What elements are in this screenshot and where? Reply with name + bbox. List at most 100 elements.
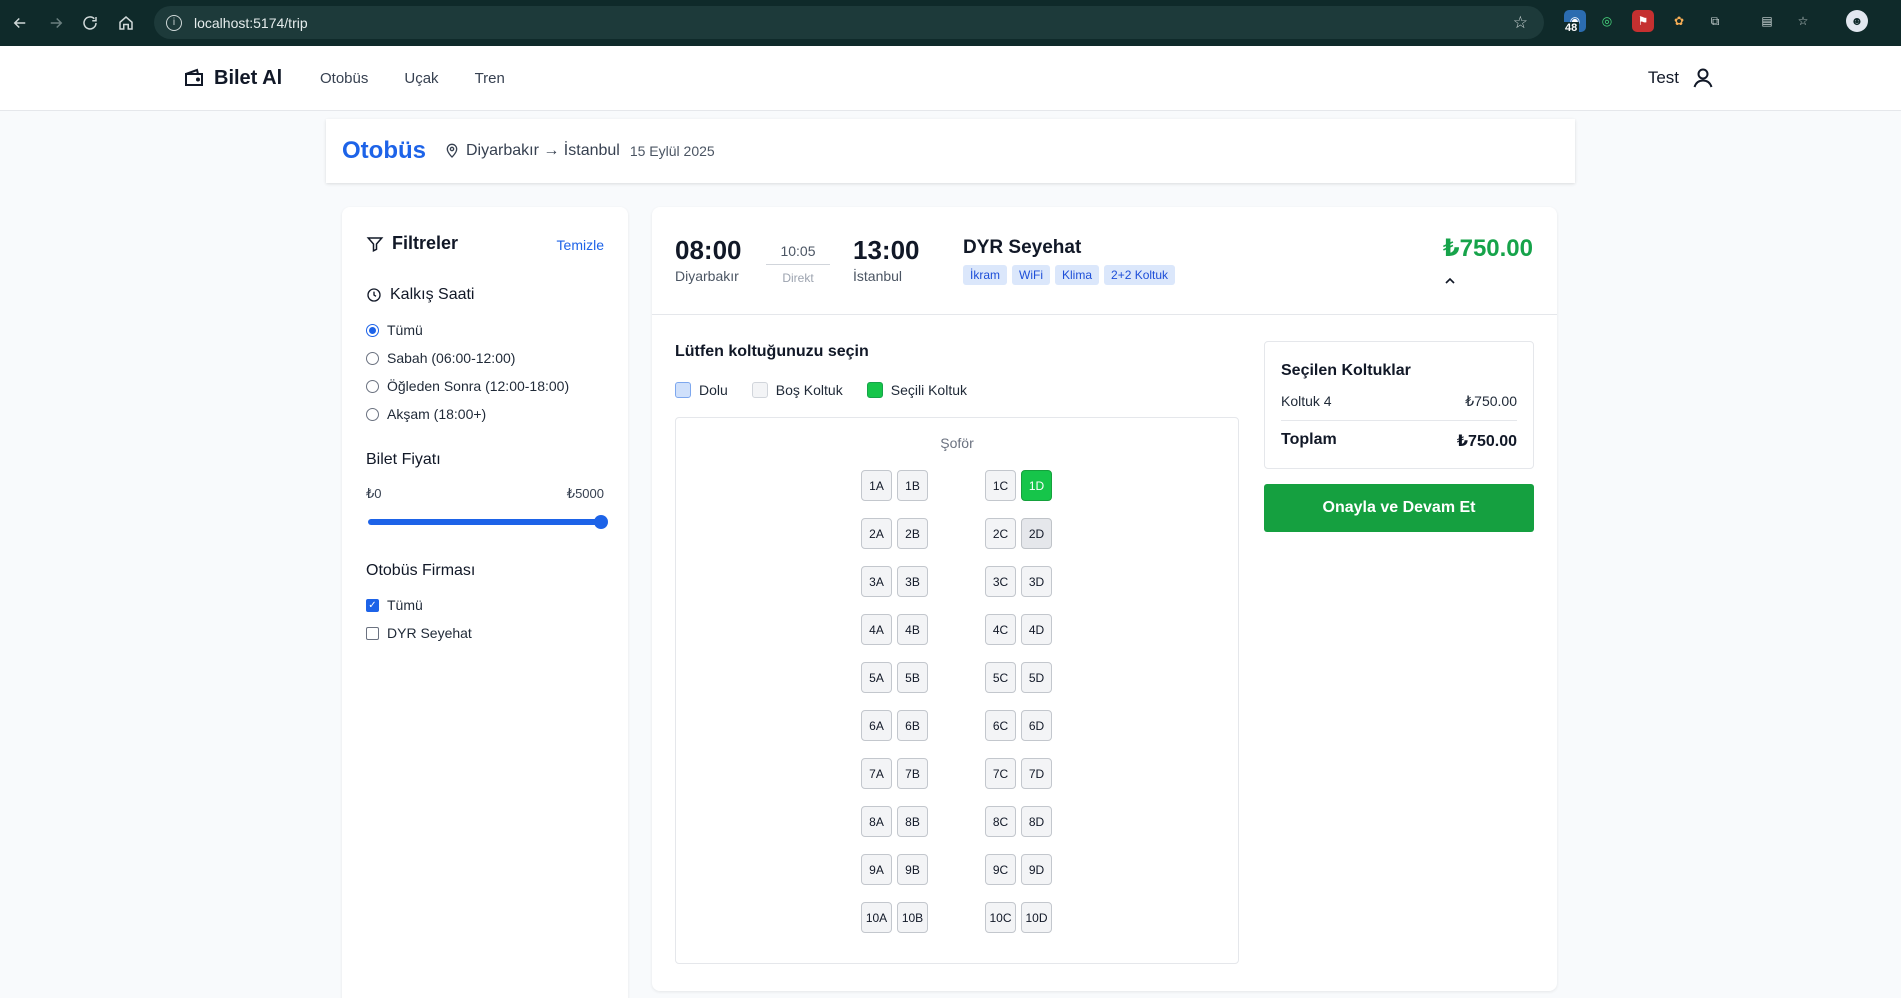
forward-icon[interactable]: [38, 5, 74, 41]
seat-10a[interactable]: 10A: [861, 902, 892, 933]
seat-1c[interactable]: 1C: [985, 470, 1016, 501]
checkbox-all[interactable]: ✓: [366, 598, 379, 612]
radio-morning[interactable]: [366, 351, 379, 365]
seat-10c[interactable]: 10C: [985, 902, 1016, 933]
user-name: Test: [1647, 68, 1679, 87]
price-slider-thumb[interactable]: [594, 515, 608, 529]
radio-evening[interactable]: [366, 407, 379, 421]
brand-logo[interactable]: Bilet Al: [182, 66, 282, 90]
seat-5c[interactable]: 5C: [985, 662, 1016, 693]
seat-10d[interactable]: 10D: [1021, 902, 1052, 933]
summary-total-value: ₺750.00: [1456, 433, 1517, 450]
seat-5b[interactable]: 5B: [897, 662, 928, 693]
extension-icon-3[interactable]: ⚑: [1632, 10, 1654, 32]
extension-icon-4[interactable]: ✿: [1668, 10, 1690, 32]
seat-5d[interactable]: 5D: [1021, 662, 1052, 693]
seat-3c[interactable]: 3C: [985, 566, 1016, 597]
seat-7a[interactable]: 7A: [861, 758, 892, 789]
radio-afternoon[interactable]: [366, 379, 379, 393]
seat-4a[interactable]: 4A: [861, 614, 892, 645]
option-label: Öğleden Sonra (12:00-18:00): [387, 378, 570, 394]
main-nav: Otobüs Uçak Tren: [320, 70, 505, 87]
company-section-title: Otobüs Firması: [366, 562, 476, 579]
seat-2d[interactable]: 2D: [1021, 518, 1052, 549]
departure-option-evening[interactable]: Akşam (18:00+): [366, 406, 486, 422]
bookmarks-icon[interactable]: ☆: [1792, 10, 1814, 32]
chevron-up-icon[interactable]: [1442, 273, 1458, 289]
profile-avatar-icon[interactable]: ☻: [1846, 10, 1868, 32]
reload-icon[interactable]: [72, 5, 108, 41]
price-slider[interactable]: [368, 515, 608, 529]
seat-3a[interactable]: 3A: [861, 566, 892, 597]
seat-8c[interactable]: 8C: [985, 806, 1016, 837]
seat-5a[interactable]: 5A: [861, 662, 892, 693]
seat-7d[interactable]: 7D: [1021, 758, 1052, 789]
seat-1b[interactable]: 1B: [897, 470, 928, 501]
duration-block: 10:05 Direkt: [766, 243, 830, 285]
seat-4c[interactable]: 4C: [985, 614, 1016, 645]
departure-block: 08:00 Diyarbakır: [675, 235, 742, 284]
seat-2c[interactable]: 2C: [985, 518, 1016, 549]
confirm-button[interactable]: Onayla ve Devam Et: [1264, 484, 1534, 532]
seat-8b[interactable]: 8B: [897, 806, 928, 837]
extension-icon-2[interactable]: ◎: [1596, 10, 1618, 32]
selected-seats-summary: Seçilen Koltuklar Koltuk 4 ₺750.00 Topla…: [1264, 341, 1534, 469]
route-text: Diyarbakır → İstanbul: [466, 142, 620, 159]
bookmark-star-icon[interactable]: ☆: [1513, 13, 1528, 33]
radio-all[interactable]: [366, 323, 379, 337]
extensions-puzzle-icon[interactable]: ⧉: [1704, 10, 1726, 32]
seat-6d[interactable]: 6D: [1021, 710, 1052, 741]
wallet-icon: [185, 68, 203, 86]
seat-9b[interactable]: 9B: [897, 854, 928, 885]
seat-4d[interactable]: 4D: [1021, 614, 1052, 645]
departure-option-afternoon[interactable]: Öğleden Sonra (12:00-18:00): [366, 378, 569, 394]
nav-plane[interactable]: Uçak: [404, 70, 438, 87]
user-icon: [1693, 68, 1713, 88]
filters-panel: Filtreler Temizle Kalkış Saati Tümü Saba…: [342, 207, 628, 998]
company-name: DYR Seyehat: [963, 237, 1082, 258]
duration: 10:05: [766, 243, 830, 265]
trip-title-card: Otobüs Diyarbakır → İstanbul 15 Eylül 20…: [326, 119, 1575, 183]
site-info-icon[interactable]: i: [166, 14, 182, 31]
seat-3b[interactable]: 3B: [897, 566, 928, 597]
company-option-dyr[interactable]: DYR Seyehat: [366, 625, 472, 641]
seat-6a[interactable]: 6A: [861, 710, 892, 741]
seat-4b[interactable]: 4B: [897, 614, 928, 645]
seat-7b[interactable]: 7B: [897, 758, 928, 789]
user-menu[interactable]: Test: [1648, 66, 1715, 90]
legend-label: Dolu: [699, 382, 728, 398]
reading-list-icon[interactable]: ▤: [1756, 10, 1778, 32]
checkbox-dyr[interactable]: [366, 626, 379, 640]
departure-option-morning[interactable]: Sabah (06:00-12:00): [366, 350, 515, 366]
home-icon[interactable]: [108, 5, 144, 41]
seat-6b[interactable]: 6B: [897, 710, 928, 741]
nav-bus[interactable]: Otobüs: [320, 70, 368, 87]
option-label: Tümü: [387, 322, 423, 338]
seat-2b[interactable]: 2B: [897, 518, 928, 549]
location-pin-icon: [446, 143, 458, 158]
clear-filters-link[interactable]: Temizle: [557, 237, 604, 253]
summary-item-label: Koltuk 4: [1281, 393, 1332, 409]
seat-9d[interactable]: 9D: [1021, 854, 1052, 885]
seat-7c[interactable]: 7C: [985, 758, 1016, 789]
seat-legend: Dolu Boş Koltuk Seçili Koltuk: [675, 382, 967, 398]
seat-select-title: Lütfen koltuğunuzu seçin: [675, 343, 869, 360]
legend-swatch-empty: [751, 382, 768, 398]
seat-9a[interactable]: 9A: [861, 854, 892, 885]
departure-option-all[interactable]: Tümü: [366, 322, 423, 338]
summary-item: Koltuk 4 ₺750.00: [1281, 393, 1517, 421]
seat-3d[interactable]: 3D: [1021, 566, 1052, 597]
seat-9c[interactable]: 9C: [985, 854, 1016, 885]
nav-train[interactable]: Tren: [475, 70, 505, 87]
seat-6c[interactable]: 6C: [985, 710, 1016, 741]
seat-1d[interactable]: 1D: [1021, 470, 1052, 501]
seat-1a[interactable]: 1A: [861, 470, 892, 501]
company-option-all[interactable]: ✓ Tümü: [366, 597, 423, 613]
seat-10b[interactable]: 10B: [897, 902, 928, 933]
seat-2a[interactable]: 2A: [861, 518, 892, 549]
seat-8d[interactable]: 8D: [1021, 806, 1052, 837]
back-icon[interactable]: [2, 5, 38, 41]
seat-8a[interactable]: 8A: [861, 806, 892, 837]
trip-header[interactable]: 08:00 Diyarbakır 10:05 Direkt 13:00 İsta…: [652, 207, 1557, 315]
address-bar[interactable]: i localhost:5174/trip ☆: [154, 6, 1544, 39]
